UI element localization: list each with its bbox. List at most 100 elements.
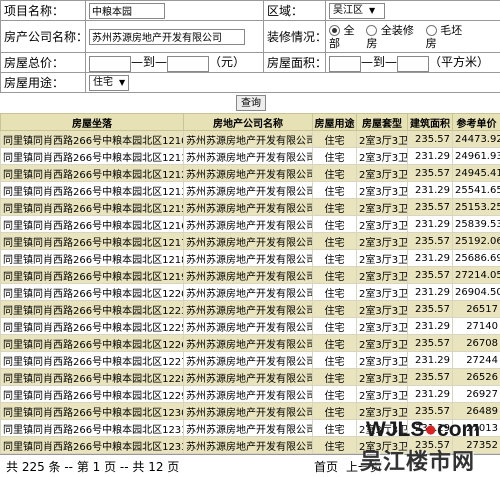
cell-layout: 2室3厅3卫 — [356, 215, 408, 233]
radio-icon[interactable] — [329, 25, 340, 36]
cell-company: 苏州苏源房地产开发有限公司 — [183, 198, 313, 216]
cell-layout: 2室3厅3卫 — [356, 181, 408, 199]
decoration-option-label: 全装修 — [380, 23, 414, 37]
area-max-input[interactable] — [397, 55, 430, 72]
first-page-link[interactable]: 首页 — [314, 458, 338, 475]
cell-usage: 住宅 — [312, 164, 357, 182]
project-name-input[interactable] — [89, 2, 165, 19]
cell-company: 苏州苏源房地产开发有限公司 — [183, 266, 313, 284]
cell-price: 24473.92 — [452, 130, 500, 148]
cell-price: 25686.69 — [452, 249, 500, 267]
cell-layout: 2室3厅3卫 — [356, 317, 408, 335]
cell-layout: 2室3厅3卫 — [356, 334, 408, 352]
radio-icon[interactable] — [366, 25, 378, 36]
cell-area: 235.57 — [407, 300, 453, 318]
chevron-down-icon: ▼ — [369, 6, 376, 15]
radio-icon[interactable] — [425, 25, 437, 36]
query-button[interactable]: 查询 — [236, 95, 266, 111]
table-row: 同里镇同肖西路266号中粮本园北区1226 苏州苏源房地产开发有限公司 住宅 2室3厅… — [0, 334, 500, 352]
watermark-logo: WJLS●com — [366, 418, 480, 442]
cell-area: 231.29 — [407, 147, 453, 165]
cell-company: 苏州苏源房地产开发有限公司 — [183, 419, 313, 437]
cell-price: 25541.65 — [452, 181, 500, 199]
cell-usage: 住宅 — [312, 215, 357, 233]
decoration-option-label: 毛坯 — [440, 23, 463, 37]
header-price[interactable]: 参考单价 — [452, 113, 500, 131]
table-row: 同里镇同肖西路266号中粮本园北区1218 苏州苏源房地产开发有限公司 住宅 2室3厅… — [0, 249, 500, 267]
cell-usage: 住宅 — [312, 198, 357, 216]
cell-company: 苏州苏源房地产开发有限公司 — [183, 317, 313, 335]
chevron-down-icon: ▼ — [119, 78, 126, 87]
cell-location: 同里镇同肖西路266号中粮本园北区1210 — [0, 130, 184, 148]
cell-area: 231.29 — [407, 283, 453, 301]
cell-layout: 2室3厅3卫 — [356, 249, 408, 267]
decoration-option-all[interactable]: 全部 — [329, 24, 355, 50]
header-location[interactable]: 房屋坐落 — [0, 113, 184, 131]
cell-usage: 住宅 — [312, 283, 357, 301]
cell-layout: 2室3厅3卫 — [356, 385, 408, 403]
cell-usage: 住宅 — [312, 402, 357, 420]
cell-area: 235.57 — [407, 232, 453, 250]
area-select[interactable]: 吴江区 ▼ — [329, 3, 385, 19]
table-row: 同里镇同肖西路266号中粮本园北区1212 苏州苏源房地产开发有限公司 住宅 2室3厅… — [0, 164, 500, 182]
cell-company: 苏州苏源房地产开发有限公司 — [183, 215, 313, 233]
cell-location: 同里镇同肖西路266号中粮本园北区1227 — [0, 351, 184, 369]
table-row: 同里镇同肖西路266号中粮本园北区1211 苏州苏源房地产开发有限公司 住宅 2室3厅… — [0, 147, 500, 165]
cell-location: 同里镇同肖西路266号中粮本园北区1218 — [0, 249, 184, 267]
cell-company: 苏州苏源房地产开发有限公司 — [183, 368, 313, 386]
cell-layout: 2室3厅3卫 — [356, 232, 408, 250]
header-area[interactable]: 建筑面积 — [407, 113, 453, 131]
cell-location: 同里镇同肖西路266号中粮本园北区1213 — [0, 181, 184, 199]
table-row: 同里镇同肖西路266号中粮本园北区1213 苏州苏源房地产开发有限公司 住宅 2室3厅… — [0, 181, 500, 199]
decoration-label: 装修情况： — [263, 20, 326, 53]
usage-select[interactable]: 住宅 ▼ — [89, 75, 129, 91]
table-header-row: 房屋坐落 房地产公司名称 房屋用途 房屋套型 建筑面积 参考单价 — [0, 113, 500, 131]
price-max-input[interactable] — [167, 55, 210, 72]
area-min-input[interactable] — [329, 55, 361, 72]
table-row: 同里镇同肖西路266号中粮本园北区1223 苏州苏源房地产开发有限公司 住宅 2室3厅… — [0, 300, 500, 318]
cell-company: 苏州苏源房地产开发有限公司 — [183, 351, 313, 369]
price-unit: （元） — [209, 55, 246, 70]
cell-location: 同里镇同肖西路266号中粮本园北区1231 — [0, 419, 184, 437]
cell-layout: 2室3厅3卫 — [356, 147, 408, 165]
cell-layout: 2室3厅3卫 — [356, 402, 408, 420]
project-name-cell — [85, 0, 264, 21]
cell-company: 苏州苏源房地产开发有限公司 — [183, 181, 313, 199]
cell-usage: 住宅 — [312, 317, 357, 335]
cell-location: 同里镇同肖西路266号中粮本园北区1217 — [0, 232, 184, 250]
area-size-cell: —到— （平方米） — [325, 52, 500, 73]
header-usage[interactable]: 房屋用途 — [312, 113, 357, 131]
decoration-option-label: 全 — [343, 23, 355, 37]
cell-price: 27140 — [452, 317, 500, 335]
cell-area: 231.29 — [407, 317, 453, 335]
table-row: 同里镇同肖西路266号中粮本园北区1216 苏州苏源房地产开发有限公司 住宅 2室3厅… — [0, 215, 500, 233]
price-min-input[interactable] — [89, 55, 131, 72]
cell-location: 同里镇同肖西路266号中粮本园北区1211 — [0, 147, 184, 165]
cell-usage: 住宅 — [312, 300, 357, 318]
cell-usage: 住宅 — [312, 351, 357, 369]
company-input[interactable] — [89, 28, 245, 45]
header-company[interactable]: 房地产公司名称 — [183, 113, 313, 131]
cell-area: 231.29 — [407, 181, 453, 199]
price-range-sep: —到— — [131, 55, 168, 70]
cell-area: 235.57 — [407, 266, 453, 284]
decoration-option-finished[interactable]: 全装修房 — [366, 24, 414, 50]
cell-usage: 住宅 — [312, 334, 357, 352]
table-row: 同里镇同肖西路266号中粮本园北区1215 苏州苏源房地产开发有限公司 住宅 2室3厅… — [0, 198, 500, 216]
cell-location: 同里镇同肖西路266号中粮本园北区1219 — [0, 266, 184, 284]
cell-layout: 2室3厅3卫 — [356, 300, 408, 318]
cell-usage: 住宅 — [312, 368, 357, 386]
cell-area: 231.29 — [407, 385, 453, 403]
cell-price: 25153.25 — [452, 198, 500, 216]
area-cell: 吴江区 ▼ — [325, 0, 500, 21]
cell-area: 231.29 — [407, 351, 453, 369]
cell-price: 27214.05 — [452, 266, 500, 284]
cell-usage: 住宅 — [312, 385, 357, 403]
cell-price: 26927 — [452, 385, 500, 403]
cell-usage: 住宅 — [312, 419, 357, 437]
cell-location: 同里镇同肖西路266号中粮本园北区1233 — [0, 436, 184, 454]
usage-cell: 住宅 ▼ — [85, 72, 500, 93]
decoration-option-rough[interactable]: 毛坯房 — [425, 23, 463, 50]
cell-company: 苏州苏源房地产开发有限公司 — [183, 283, 313, 301]
header-layout[interactable]: 房屋套型 — [356, 113, 408, 131]
